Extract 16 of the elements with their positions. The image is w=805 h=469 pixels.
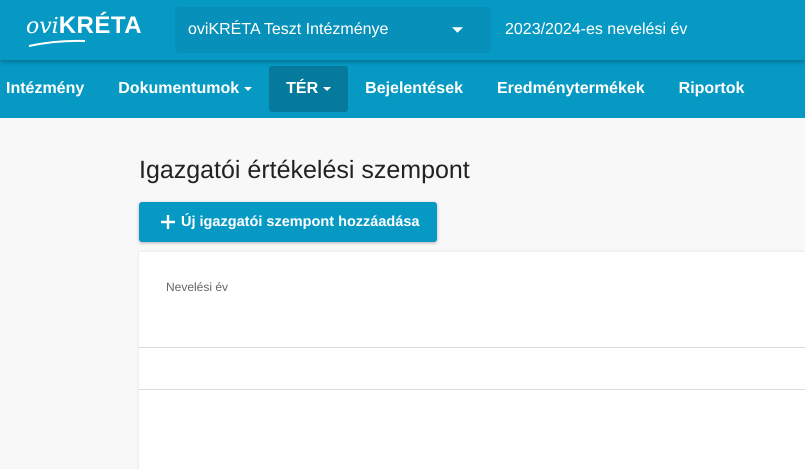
column-header[interactable]: Nevelési év: [166, 280, 228, 294]
caret-icon: [244, 87, 252, 91]
plus-icon: [161, 215, 175, 229]
nav-item[interactable]: Riportok: [662, 66, 762, 112]
caret-icon: [323, 87, 332, 91]
logo[interactable]: oviKRÉTA: [26, 10, 161, 50]
nav-item[interactable]: Eredménytermékek: [480, 66, 662, 112]
caret-icon: [452, 27, 463, 33]
nav-item[interactable]: Dokumentumok: [101, 66, 270, 112]
add-button[interactable]: Új igazgatói szempont hozzáadása: [139, 202, 436, 242]
nav-item[interactable]: Intézmény: [2, 66, 102, 112]
school-year: 2023/2024-es nevelési év: [505, 21, 688, 39]
nav-item[interactable]: TÉR: [269, 66, 348, 112]
page-title: Igazgatói értékelési szempont: [139, 156, 471, 185]
institution-select[interactable]: oviKRÉTA Teszt Intézménye: [175, 7, 491, 53]
nav-item[interactable]: Bejelentések: [348, 66, 480, 112]
